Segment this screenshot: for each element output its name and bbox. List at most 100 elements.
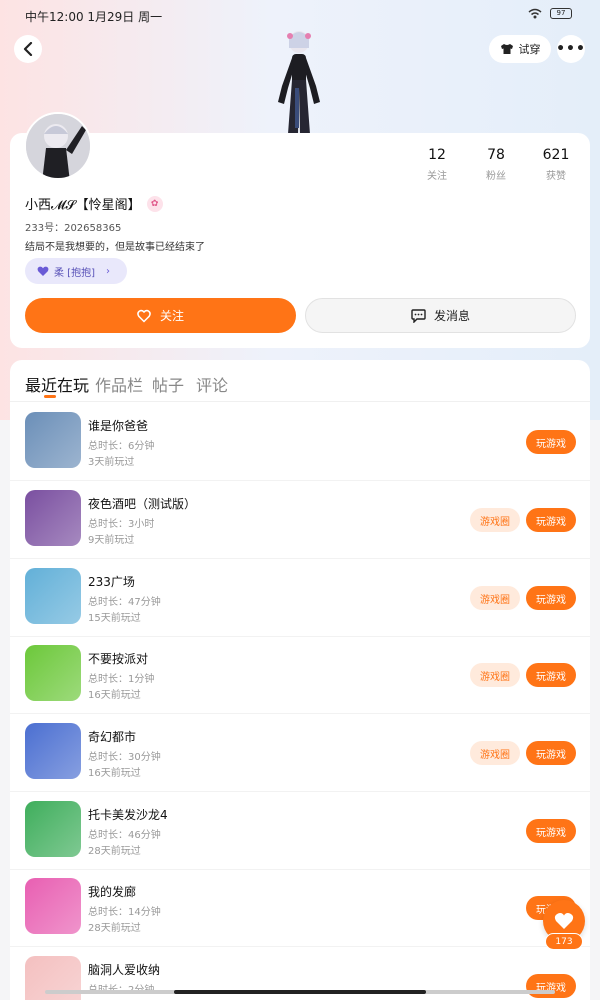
shirt-icon <box>500 44 513 54</box>
play-game-button[interactable]: 玩游戏 <box>526 663 576 687</box>
row-divider <box>10 713 590 714</box>
heart-icon <box>37 266 49 276</box>
status-time: 中午12:00 1月29日 周一 <box>25 10 163 24</box>
follow-button[interactable]: 关注 <box>25 298 296 333</box>
game-last-played: 9天前玩过 <box>88 535 135 546</box>
message-button[interactable]: 发消息 <box>305 298 576 333</box>
more-button[interactable]: ••• <box>556 35 586 63</box>
game-title: 托卡美发沙龙4 <box>88 808 168 822</box>
play-game-button[interactable]: 玩游戏 <box>526 741 576 765</box>
message-label: 发消息 <box>433 309 470 323</box>
stat-following-value: 12 <box>428 147 446 163</box>
row-divider <box>10 558 590 559</box>
follow-label: 关注 <box>159 309 184 323</box>
stat-following-label: 关注 <box>427 171 447 182</box>
row-divider <box>10 791 590 792</box>
game-circle-button[interactable]: 游戏圈 <box>470 741 520 765</box>
game-last-played: 16天前玩过 <box>88 690 141 701</box>
guild-badge-icon[interactable]: ✿ <box>146 195 163 212</box>
game-thumbnail[interactable] <box>25 878 81 934</box>
play-game-button[interactable]: 玩游戏 <box>526 586 576 610</box>
game-title: 谁是你爸爸 <box>88 419 149 433</box>
stat-fans-label: 粉丝 <box>486 171 506 182</box>
play-game-button[interactable]: 玩游戏 <box>526 819 576 843</box>
game-title: 奇幻都市 <box>88 730 137 744</box>
tab-recently-played[interactable]: 最近在玩 <box>25 372 89 396</box>
chat-icon <box>411 308 426 323</box>
username: 小西𝓜𝓢【怜星阁】 ✿ <box>25 194 163 213</box>
stat-following[interactable]: 12 关注 <box>407 147 467 182</box>
play-game-button[interactable]: 玩游戏 <box>526 508 576 532</box>
game-thumbnail[interactable] <box>25 723 81 779</box>
home-indicator[interactable] <box>174 990 426 994</box>
more-icon: ••• <box>556 41 586 57</box>
game-title: 我的发廊 <box>88 885 137 899</box>
game-thumbnail[interactable] <box>25 801 81 857</box>
relationship-tag[interactable]: 柔 [抱抱] › <box>25 258 127 284</box>
avatar-3d-figure[interactable] <box>268 28 330 136</box>
game-duration: 总时长：6分钟 <box>88 441 155 452</box>
try-on-button[interactable]: 试穿 <box>489 35 551 63</box>
relationship-tag-label: 柔 [抱抱] <box>54 267 95 279</box>
game-duration: 总时长：30分钟 <box>88 752 161 763</box>
like-count: 173 <box>545 933 583 950</box>
game-last-played: 15天前玩过 <box>88 613 141 624</box>
add-follow-icon <box>137 309 151 323</box>
row-divider <box>10 946 590 947</box>
back-button[interactable] <box>14 35 42 63</box>
game-title: 脑洞人爱收纳 <box>88 963 161 977</box>
tab-works[interactable]: 作品栏 <box>95 372 143 396</box>
game-title: 不要按派对 <box>88 652 149 666</box>
user-id: 233号：202658365 <box>25 223 122 234</box>
tab-comments[interactable]: 评论 <box>196 372 228 396</box>
stat-fans-value: 78 <box>487 147 505 163</box>
wifi-icon <box>528 8 542 19</box>
game-duration: 总时长：47分钟 <box>88 597 161 608</box>
chevron-left-icon <box>23 42 33 56</box>
game-duration: 总时长：3小时 <box>88 519 155 530</box>
heart-icon <box>554 913 574 929</box>
status-bar: 中午12:00 1月29日 周一 97 <box>0 0 600 30</box>
game-row[interactable]: 233广场总时长：47分钟 15天前玩过 游戏圈 玩游戏 <box>10 568 590 645</box>
game-row[interactable]: 不要按派对总时长：1分钟 16天前玩过 游戏圈 玩游戏 <box>10 645 590 722</box>
game-last-played: 28天前玩过 <box>88 923 141 934</box>
game-thumbnail[interactable] <box>25 412 81 468</box>
game-circle-button[interactable]: 游戏圈 <box>470 586 520 610</box>
row-divider <box>10 480 590 481</box>
row-divider <box>10 869 590 870</box>
game-last-played: 16天前玩过 <box>88 768 141 779</box>
stat-fans[interactable]: 78 粉丝 <box>466 147 526 182</box>
stat-likes-label: 获赞 <box>546 171 566 182</box>
row-divider <box>10 636 590 637</box>
stat-likes-value: 621 <box>542 147 570 163</box>
chevron-right-icon: › <box>105 265 110 277</box>
game-thumbnail[interactable] <box>25 568 81 624</box>
avatar[interactable] <box>24 112 92 180</box>
game-circle-button[interactable]: 游戏圈 <box>470 663 520 687</box>
game-thumbnail[interactable] <box>25 645 81 701</box>
stat-likes[interactable]: 621 获赞 <box>526 147 586 182</box>
game-row[interactable]: 我的发廊总时长：14分钟28天前玩过玩游戏 <box>10 878 590 955</box>
game-duration: 总时长：46分钟 <box>88 830 161 841</box>
game-title: 夜色酒吧（测试版） <box>88 497 197 511</box>
game-row[interactable]: 托卡美发沙龙4 总时长：46分钟 28天前玩过 玩游戏 <box>10 801 590 878</box>
username-text: 小西𝓜𝓢【怜星阁】 <box>25 198 141 213</box>
battery-icon: 97 <box>550 8 572 19</box>
active-tab-indicator <box>44 395 56 398</box>
tab-divider <box>10 401 590 402</box>
user-bio: 结局不是我想要的，但是故事已经结束了 <box>25 242 205 253</box>
game-duration: 总时长：14分钟 <box>88 907 161 918</box>
game-last-played: 3天前玩过 <box>88 457 135 468</box>
game-row[interactable]: 夜色酒吧（测试版） 总时长：3小时 9天前玩过 游戏圈 玩游戏 <box>10 490 590 567</box>
game-thumbnail[interactable] <box>25 490 81 546</box>
game-title: 233广场 <box>88 575 135 589</box>
tab-posts[interactable]: 帖子 <box>152 372 184 396</box>
game-row[interactable]: 奇幻都市总时长：30分钟 16天前玩过 游戏圈 玩游戏 <box>10 723 590 800</box>
game-circle-button[interactable]: 游戏圈 <box>470 508 520 532</box>
play-game-button[interactable]: 玩游戏 <box>526 974 576 998</box>
game-duration: 总时长：1分钟 <box>88 674 155 685</box>
game-last-played: 28天前玩过 <box>88 846 141 857</box>
try-on-label: 试穿 <box>518 43 541 56</box>
play-game-button[interactable]: 玩游戏 <box>526 430 576 454</box>
game-row[interactable]: 谁是你爸爸总时长：6分钟 3天前玩过 玩游戏 <box>10 412 590 489</box>
